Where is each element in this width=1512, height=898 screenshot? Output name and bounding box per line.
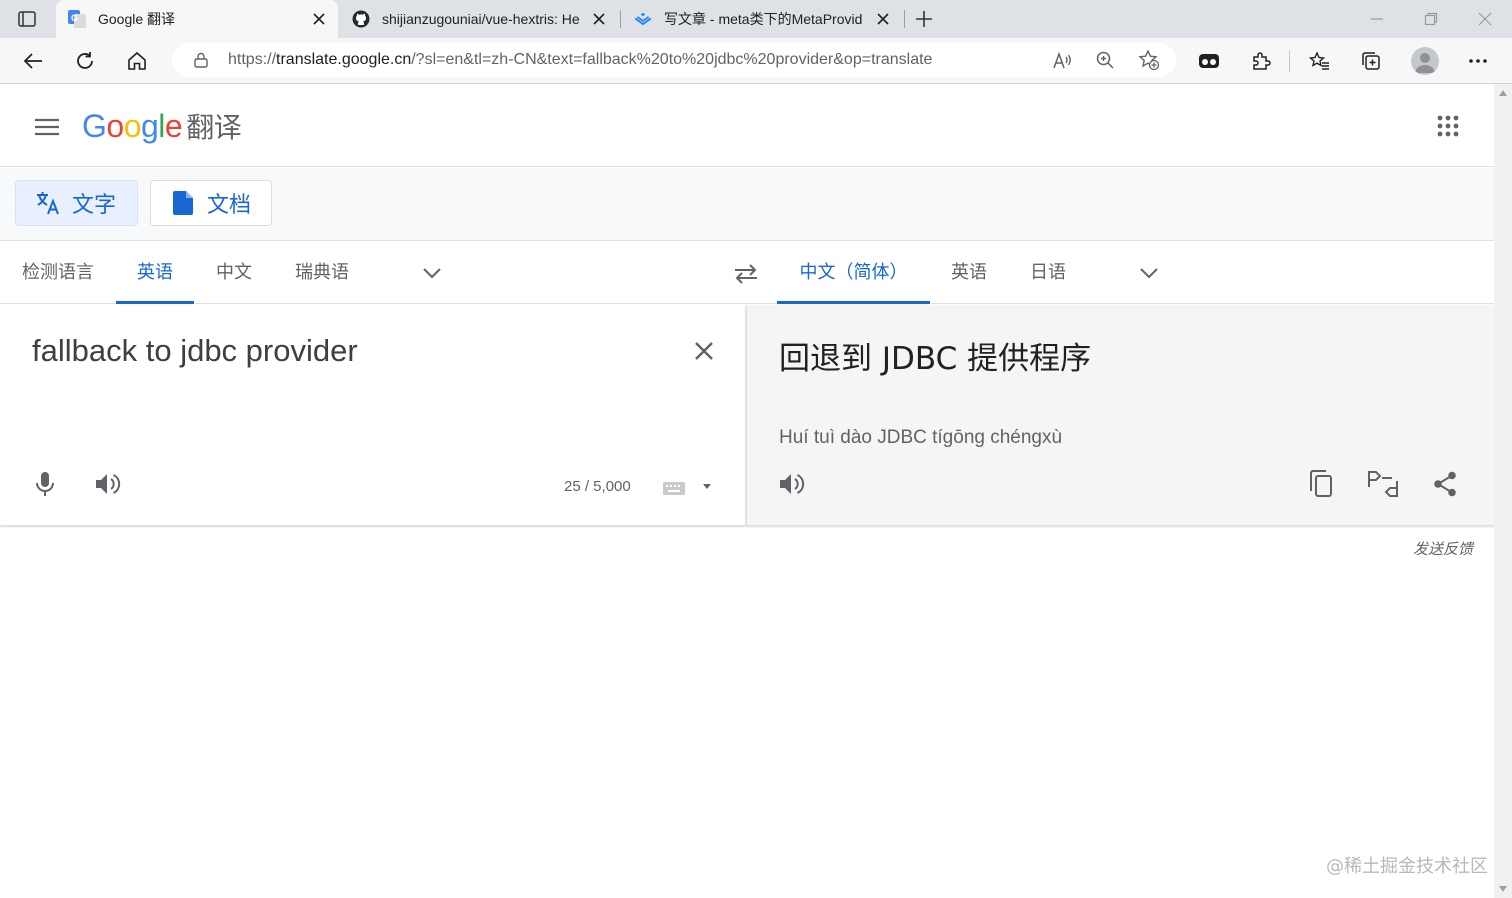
- more-options-icon[interactable]: [1464, 47, 1492, 75]
- restore-icon[interactable]: [1418, 6, 1444, 32]
- rate-translation-icon[interactable]: [1367, 468, 1399, 500]
- source-lang-swedish[interactable]: 瑞典语: [292, 242, 352, 304]
- swap-languages-icon[interactable]: [730, 258, 762, 290]
- language-bar: 检测语言 英语 中文 瑞典语 中文（简体） 英语 日语: [0, 242, 1494, 304]
- browser-tab-juejin[interactable]: 写文章 - meta类下的MetaProvid: [622, 0, 902, 38]
- browser-tab-github[interactable]: shijianzugouniai/vue-hextris: He: [340, 0, 618, 38]
- tab-title: shijianzugouniai/vue-hextris: He: [382, 11, 580, 27]
- scroll-down-arrow-icon[interactable]: [1499, 886, 1507, 892]
- document-icon: [169, 189, 197, 217]
- document-mode-label: 文档: [207, 192, 252, 217]
- document-mode-button[interactable]: 文档: [150, 180, 272, 226]
- listen-translation-speaker-icon[interactable]: [776, 468, 808, 500]
- source-pane: fallback to jdbc provider 25 / 5,000: [0, 305, 745, 526]
- google-apps-grid-icon[interactable]: [1432, 110, 1464, 142]
- text-mode-label: 文字: [72, 192, 117, 217]
- github-favicon-icon: [352, 10, 370, 28]
- copy-translation-icon[interactable]: [1305, 468, 1337, 500]
- tab-actions-icon[interactable]: [14, 8, 40, 30]
- product-name: 翻译: [186, 111, 242, 144]
- collections-icon[interactable]: [1357, 47, 1385, 75]
- home-icon[interactable]: [123, 47, 151, 75]
- source-lang-detect[interactable]: 检测语言: [20, 242, 96, 304]
- toolbar-divider: [1289, 50, 1290, 72]
- logo-letter: o: [123, 108, 142, 144]
- minimize-icon[interactable]: [1364, 6, 1390, 32]
- extensions-puzzle-icon[interactable]: [1247, 47, 1275, 75]
- logo-letter: g: [140, 108, 159, 144]
- tab-close-icon[interactable]: [874, 10, 892, 28]
- tab-title: Google 翻译: [98, 11, 176, 27]
- url-path: /?sl=en&tl=zh-CN&text=fallback%20to%20jd…: [411, 51, 933, 68]
- profile-avatar[interactable]: [1411, 47, 1439, 75]
- tab-separator: [904, 10, 905, 28]
- google-translate-logo[interactable]: Google 翻译: [82, 106, 242, 146]
- share-translation-icon[interactable]: [1429, 468, 1461, 500]
- favorites-icon[interactable]: [1305, 47, 1333, 75]
- browser-tabstrip: G Google 翻译 shijianzugouniai/vue-hextris…: [0, 0, 1512, 38]
- address-bar[interactable]: https://translate.google.cn/?sl=en&tl=zh…: [172, 43, 1176, 77]
- source-lang-more-chevron-down-icon[interactable]: [420, 261, 444, 285]
- mode-selector: 文字 文档: [0, 168, 1494, 241]
- scroll-up-arrow-icon[interactable]: [1499, 90, 1507, 96]
- tab-close-icon[interactable]: [310, 10, 328, 28]
- svg-text:G: G: [71, 13, 78, 23]
- window-close-icon[interactable]: [1472, 6, 1498, 32]
- read-aloud-icon[interactable]: [1052, 49, 1074, 71]
- extension-mask-icon[interactable]: [1195, 47, 1223, 75]
- clear-text-close-icon[interactable]: [688, 335, 720, 367]
- new-tab-plus-icon[interactable]: [912, 7, 936, 31]
- virtual-keyboard-icon[interactable]: [662, 477, 716, 499]
- target-lang-english[interactable]: 英语: [948, 242, 990, 304]
- listen-speaker-icon[interactable]: [92, 468, 124, 500]
- transliteration: Huí tuì dào JDBC tígōng chéngxù: [779, 427, 1063, 448]
- translate-icon: [34, 189, 62, 217]
- translation-result: 回退到 JDBC 提供程序: [779, 341, 1092, 377]
- url-scheme: https://: [228, 51, 277, 68]
- logo-letter: o: [106, 108, 124, 144]
- target-lang-japanese[interactable]: 日语: [1028, 242, 1068, 304]
- character-count: 25 / 5,000: [564, 478, 631, 495]
- juejin-favicon-icon: [634, 10, 652, 28]
- browser-tab-google-translate[interactable]: G Google 翻译: [56, 0, 338, 38]
- page-scrollbar[interactable]: [1494, 84, 1512, 898]
- google-translate-header: Google 翻译: [0, 84, 1494, 167]
- hamburger-menu-icon[interactable]: [30, 110, 64, 144]
- source-text-input[interactable]: fallback to jdbc provider: [32, 333, 358, 369]
- url-text[interactable]: https://translate.google.cn/?sl=en&tl=zh…: [228, 51, 932, 69]
- browser-toolbar: https://translate.google.cn/?sl=en&tl=zh…: [0, 38, 1512, 84]
- url-host: translate.google.cn: [276, 51, 412, 68]
- page-content: Google 翻译 文字 文档 检测语言 英语 中文 瑞典语 中文（简体） 英语…: [0, 84, 1494, 898]
- add-favorite-icon[interactable]: [1138, 49, 1160, 71]
- logo-letter: l: [158, 108, 165, 144]
- send-feedback-link[interactable]: 发送反馈: [1413, 538, 1473, 559]
- tab-close-icon[interactable]: [590, 10, 608, 28]
- text-mode-button[interactable]: 文字: [15, 180, 138, 226]
- target-pane: 回退到 JDBC 提供程序 Huí tuì dào JDBC tígōng ch…: [746, 305, 1494, 526]
- microphone-icon[interactable]: [29, 468, 61, 500]
- tab-separator: [620, 10, 621, 28]
- zoom-icon[interactable]: [1094, 49, 1116, 71]
- back-arrow-icon[interactable]: [19, 47, 47, 75]
- target-lang-chinese-simplified[interactable]: 中文（简体）: [777, 242, 930, 304]
- logo-letter: e: [164, 108, 183, 144]
- tab-title: 写文章 - meta类下的MetaProvid: [664, 11, 863, 27]
- source-lang-chinese[interactable]: 中文: [214, 242, 254, 304]
- source-lang-english[interactable]: 英语: [116, 242, 194, 304]
- google-translate-favicon-icon: G: [68, 10, 86, 28]
- juejin-watermark: @稀土掘金技术社区: [1326, 856, 1488, 877]
- refresh-icon[interactable]: [71, 47, 99, 75]
- logo-letter: G: [82, 108, 107, 144]
- lock-icon[interactable]: [192, 51, 210, 69]
- target-lang-more-chevron-down-icon[interactable]: [1137, 261, 1161, 285]
